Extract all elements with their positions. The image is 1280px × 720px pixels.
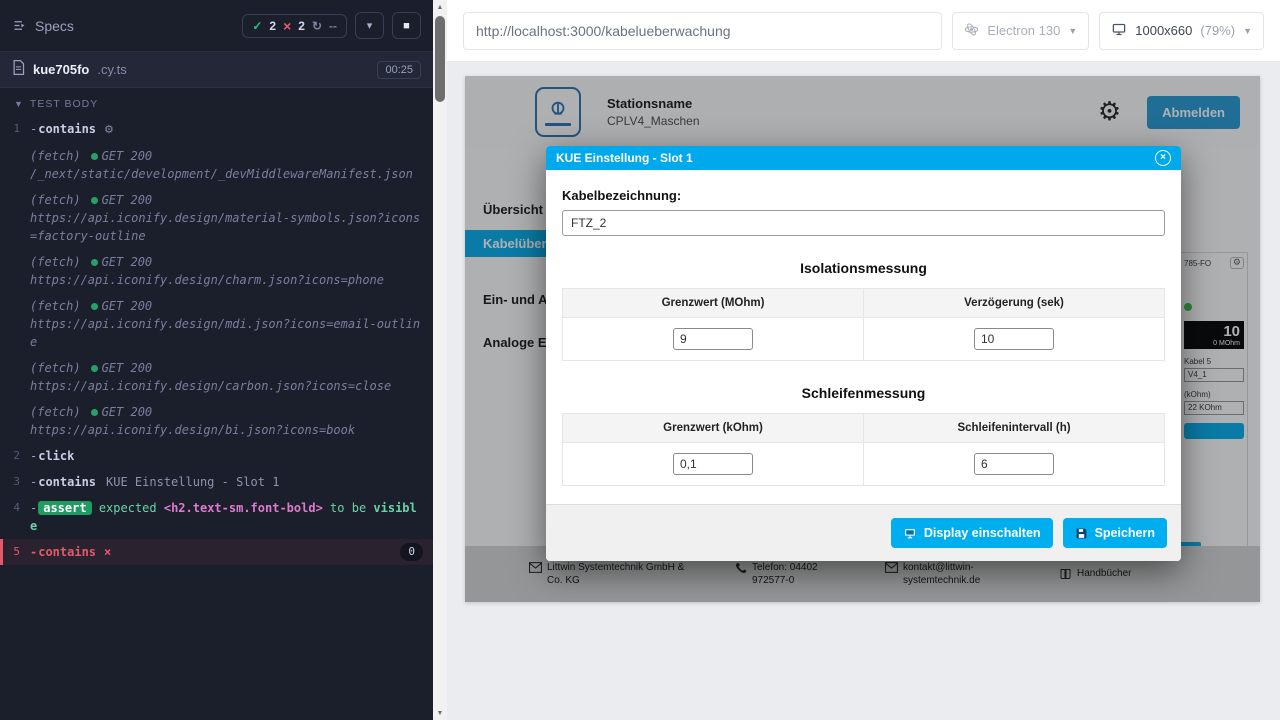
fail-x-icon: × bbox=[104, 543, 111, 561]
close-icon[interactable]: × bbox=[1155, 150, 1171, 166]
spec-file-icon bbox=[12, 60, 25, 80]
fetch-url: https://api.iconify.design/mdi.json?icon… bbox=[30, 315, 423, 351]
app-under-test: Stationsname CPLV4_Maschen ⚙ Abmelden Üb… bbox=[465, 76, 1260, 602]
log-fetch[interactable]: (fetch)GET 200 https://api.iconify.desig… bbox=[0, 249, 433, 293]
modal-header: KUE Einstellung - Slot 1 × bbox=[546, 146, 1181, 170]
stop-button[interactable]: ■ bbox=[392, 12, 421, 39]
display-icon bbox=[903, 527, 917, 540]
test-stats: ✓ 2 × 2 ↻ -- bbox=[242, 14, 347, 38]
save-floppy-icon bbox=[1075, 527, 1088, 540]
collapse-button[interactable]: ▾ bbox=[355, 12, 384, 39]
url-input[interactable] bbox=[463, 12, 942, 50]
failed-count: 2 bbox=[298, 19, 305, 33]
spec-file-row[interactable]: kue705fo .cy.ts 00:25 bbox=[0, 52, 433, 88]
fetch-url: https://api.iconify.design/carbon.json?i… bbox=[30, 377, 423, 395]
kabelbezeichnung-input[interactable] bbox=[562, 210, 1165, 236]
browser-label: Electron 130 bbox=[987, 23, 1060, 38]
kue-settings-modal: KUE Einstellung - Slot 1 × Kabelbezeichn… bbox=[546, 146, 1181, 561]
assert-target: <h2.text-sm.font-bold> bbox=[164, 501, 323, 515]
spec-name: kue705fo bbox=[33, 62, 89, 77]
iso-grenzwert-input[interactable] bbox=[673, 328, 753, 350]
speichern-button[interactable]: Speichern bbox=[1063, 518, 1167, 548]
chevron-down-icon: ▾ bbox=[367, 19, 373, 32]
status-ok-dot bbox=[91, 153, 98, 160]
viewport-size: 1000x660 bbox=[1135, 23, 1192, 38]
runner-topbar: Electron 130 ▼ 1000x660 (79%) ▼ bbox=[447, 0, 1280, 62]
fetch-url: https://api.iconify.design/charm.json?ic… bbox=[30, 271, 423, 289]
status-ok-dot bbox=[91, 409, 98, 416]
scroll-up-icon[interactable]: ▲ bbox=[433, 0, 447, 14]
spec-ext: .cy.ts bbox=[97, 62, 126, 77]
kabelbezeichnung-label: Kabelbezeichnung: bbox=[562, 188, 1165, 203]
modal-footer: Display einschalten Speichern bbox=[546, 504, 1181, 561]
specs-label: Specs bbox=[35, 18, 74, 34]
column-header: Schleifenintervall (h) bbox=[864, 414, 1165, 443]
log-fetch[interactable]: (fetch)GET 200 /_next/static/development… bbox=[0, 143, 433, 187]
fetch-url: https://api.iconify.design/material-symb… bbox=[30, 209, 423, 245]
aut-background: Stationsname CPLV4_Maschen ⚙ Abmelden Üb… bbox=[447, 62, 1280, 720]
isolationsmessung-title: Isolationsmessung bbox=[562, 260, 1165, 276]
status-ok-dot bbox=[91, 197, 98, 204]
assert-badge: assert bbox=[38, 501, 91, 515]
test-body-label: TEST BODY bbox=[30, 98, 98, 110]
scrollbar-thumb[interactable] bbox=[435, 16, 445, 102]
browser-select[interactable]: Electron 130 ▼ bbox=[952, 12, 1089, 50]
command-click[interactable]: 2 click bbox=[0, 443, 433, 469]
fetch-url: https://api.iconify.design/bi.json?icons… bbox=[30, 421, 423, 439]
log-fetch[interactable]: (fetch)GET 200 https://api.iconify.desig… bbox=[0, 399, 433, 443]
spec-duration: 00:25 bbox=[377, 61, 421, 79]
viewport-zoom: (79%) bbox=[1200, 23, 1235, 38]
isolationsmessung-table: Grenzwert (MOhm) Verzögerung (sek) bbox=[562, 288, 1165, 361]
column-header: Verzögerung (sek) bbox=[864, 289, 1165, 318]
command-log: 1 contains⚙ (fetch)GET 200 /_next/static… bbox=[0, 116, 433, 720]
modal-title: KUE Einstellung - Slot 1 bbox=[556, 151, 693, 165]
display-einschalten-button[interactable]: Display einschalten bbox=[891, 518, 1053, 548]
viewport-select[interactable]: 1000x660 (79%) ▼ bbox=[1099, 12, 1264, 50]
specs-menu-icon bbox=[12, 18, 27, 33]
fetch-url: /_next/static/development/_devMiddleware… bbox=[30, 165, 423, 183]
chevron-down-icon: ▼ bbox=[14, 99, 24, 109]
schleifenmessung-table: Grenzwert (kOhm) Schleifenintervall (h) bbox=[562, 413, 1165, 486]
command-contains-2[interactable]: 3 containsKUE Einstellung - Slot 1 bbox=[0, 469, 433, 495]
gear-icon: ⚙ bbox=[104, 123, 114, 136]
status-ok-dot bbox=[91, 303, 98, 310]
monitor-icon bbox=[1111, 22, 1127, 40]
status-ok-dot bbox=[91, 365, 98, 372]
reporter-scrollbar[interactable]: ▲ ▼ bbox=[433, 0, 447, 720]
schleifenmessung-title: Schleifenmessung bbox=[562, 385, 1165, 401]
stop-icon: ■ bbox=[403, 20, 410, 32]
chevron-down-icon: ▼ bbox=[1243, 26, 1252, 36]
scroll-down-icon[interactable]: ▼ bbox=[433, 706, 447, 720]
column-header: Grenzwert (MOhm) bbox=[563, 289, 864, 318]
test-body-toggle[interactable]: ▼ TEST BODY bbox=[0, 88, 433, 116]
passed-count: 2 bbox=[269, 19, 276, 33]
electron-icon bbox=[964, 22, 979, 40]
log-fetch[interactable]: (fetch)GET 200 https://api.iconify.desig… bbox=[0, 187, 433, 249]
runner-main: Electron 130 ▼ 1000x660 (79%) ▼ Stations… bbox=[447, 0, 1280, 720]
chevron-down-icon: ▼ bbox=[1068, 26, 1077, 36]
pending-count: -- bbox=[329, 19, 337, 33]
command-contains-1[interactable]: 1 contains⚙ bbox=[0, 116, 433, 143]
contains-argument: KUE Einstellung - Slot 1 bbox=[106, 475, 279, 489]
command-assert[interactable]: 4 assert expected <h2.text-sm.font-bold>… bbox=[0, 495, 433, 539]
loop-grenzwert-input[interactable] bbox=[673, 453, 753, 475]
passed-icon: ✓ bbox=[252, 19, 262, 33]
specs-menu[interactable]: Specs bbox=[12, 18, 74, 34]
log-fetch[interactable]: (fetch)GET 200 https://api.iconify.desig… bbox=[0, 355, 433, 399]
loop-intervall-input[interactable] bbox=[974, 453, 1054, 475]
iso-verzoegerung-input[interactable] bbox=[974, 328, 1054, 350]
column-header: Grenzwert (kOhm) bbox=[563, 414, 864, 443]
match-count-badge: 0 bbox=[400, 543, 423, 562]
log-fetch[interactable]: (fetch)GET 200 https://api.iconify.desig… bbox=[0, 293, 433, 355]
cypress-reporter: Specs ✓ 2 × 2 ↻ -- ▾ ■ kue705fo .cy.ts 0… bbox=[0, 0, 433, 720]
status-ok-dot bbox=[91, 259, 98, 266]
failed-icon: × bbox=[283, 19, 291, 33]
pending-icon: ↻ bbox=[312, 19, 322, 33]
reporter-header: Specs ✓ 2 × 2 ↻ -- ▾ ■ bbox=[0, 0, 433, 52]
command-contains-failed[interactable]: 5 contains × 0 bbox=[0, 539, 433, 566]
